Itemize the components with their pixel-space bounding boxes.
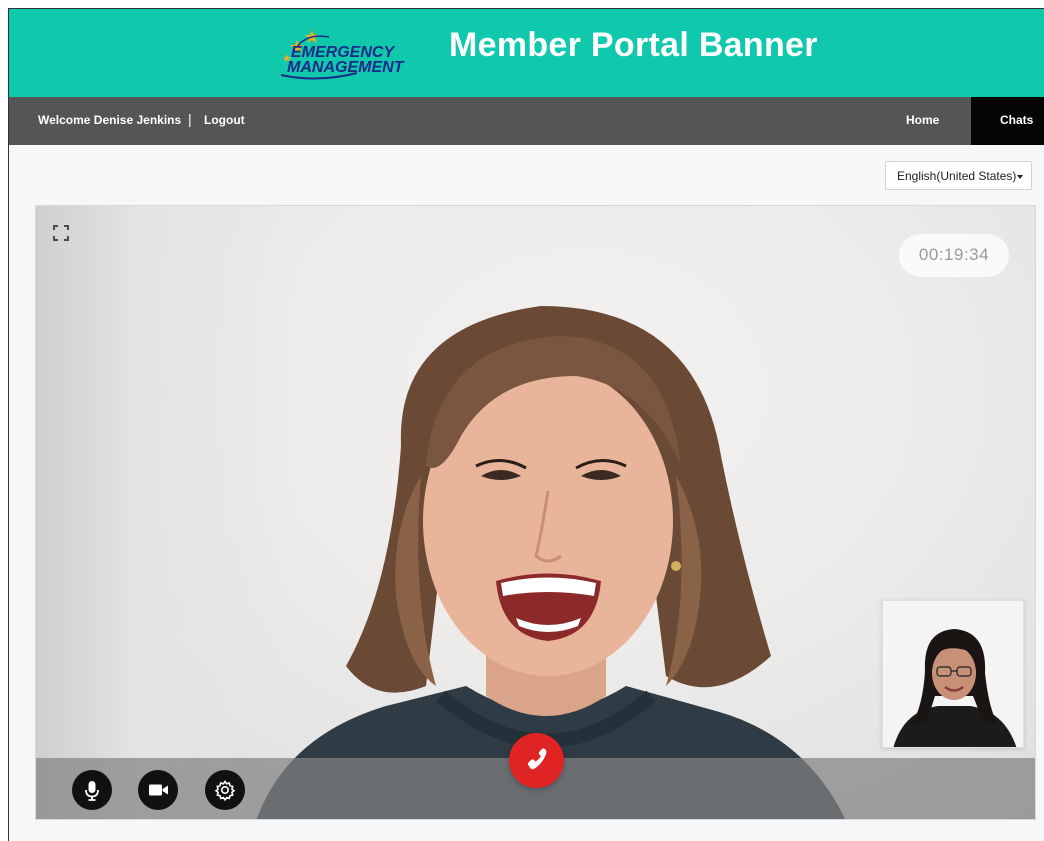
nav-chats-tab[interactable]: Chats — [971, 97, 1044, 145]
banner-title: Member Portal Banner — [449, 26, 818, 64]
logo-line-2: MANAGEMENT — [287, 59, 405, 76]
dropdown-caret-icon — [1017, 175, 1023, 179]
phone-hangup-icon — [527, 748, 547, 770]
nav-separator: | — [188, 111, 192, 127]
self-view-video[interactable] — [882, 600, 1024, 748]
settings-button[interactable] — [205, 770, 245, 810]
expand-icon[interactable] — [52, 224, 70, 242]
video-call-main: 00:19:34 — [35, 205, 1036, 820]
video-camera-icon — [149, 784, 168, 796]
local-participant-image — [883, 601, 1023, 747]
welcome-text: Welcome Denise Jenkins — [38, 113, 182, 127]
emergency-management-logo: EMERGENCY MANAGEMENT — [280, 30, 405, 80]
app-frame: EMERGENCY MANAGEMENT Member Portal Banne… — [8, 8, 1044, 841]
microphone-icon — [85, 781, 99, 801]
gear-icon — [214, 780, 236, 802]
header-banner: EMERGENCY MANAGEMENT Member Portal Banne… — [9, 9, 1044, 97]
camera-button[interactable] — [138, 770, 178, 810]
mute-button[interactable] — [72, 770, 112, 810]
language-select-value: English(United States) — [897, 169, 1017, 183]
nav-home-link[interactable]: Home — [906, 113, 939, 127]
top-navbar: Welcome Denise Jenkins | Logout Home Cha… — [9, 97, 1044, 145]
logout-link[interactable]: Logout — [204, 113, 245, 127]
call-timer: 00:19:34 — [899, 234, 1009, 277]
language-select[interactable]: English(United States) — [885, 161, 1032, 190]
end-call-button[interactable] — [509, 733, 564, 788]
